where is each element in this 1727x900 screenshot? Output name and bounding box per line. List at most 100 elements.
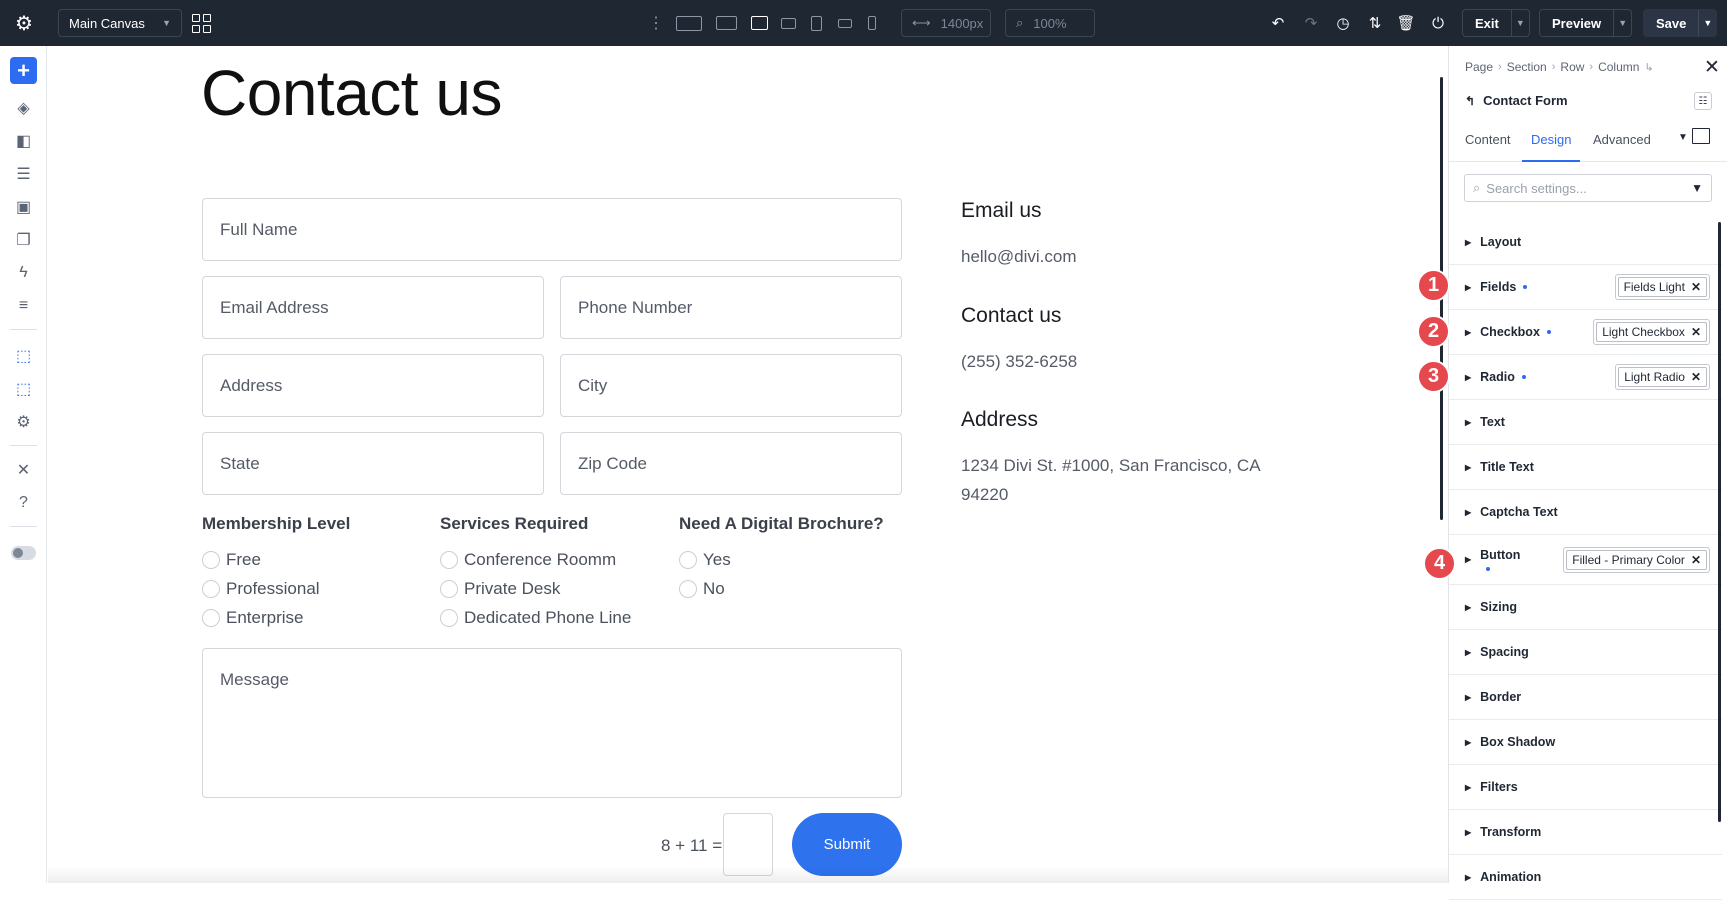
- design-library-icon[interactable]: ◧: [0, 129, 47, 153]
- checkbox-circle-icon[interactable]: [440, 580, 458, 598]
- power-icon[interactable]: ⏻: [1425, 0, 1451, 46]
- breadcrumb-section[interactable]: Section: [1507, 60, 1547, 74]
- remove-preset-icon[interactable]: ✕: [1691, 325, 1701, 339]
- zoom-field[interactable]: ⌕ 100%: [1005, 9, 1095, 37]
- checkbox-option[interactable]: Conference Roomm: [440, 550, 616, 570]
- trash-icon[interactable]: 🗑: [1393, 0, 1419, 46]
- lightning-icon[interactable]: ϟ: [0, 261, 47, 285]
- message-field[interactable]: Message: [202, 648, 902, 798]
- layers-icon[interactable]: ◈: [0, 96, 47, 120]
- radio-circle-icon[interactable]: [202, 551, 220, 569]
- add-plus-icon[interactable]: +: [10, 57, 37, 84]
- device-desktop-wide-icon[interactable]: [674, 0, 704, 46]
- template-icon[interactable]: ▣: [0, 195, 47, 219]
- more-vertical-icon[interactable]: ⋮: [648, 0, 664, 46]
- device-tablet-landscape-icon[interactable]: [779, 0, 797, 46]
- select-multiple-icon[interactable]: ⬚: [0, 377, 47, 401]
- phone-field[interactable]: Phone Number: [560, 276, 902, 339]
- preset-chip[interactable]: Light Radio ✕: [1615, 364, 1710, 390]
- radio-circle-icon[interactable]: [679, 551, 697, 569]
- section-transform[interactable]: ▶ Transform: [1449, 810, 1722, 855]
- tab-content[interactable]: Content: [1465, 128, 1511, 162]
- filter-icon[interactable]: ▼: [1691, 181, 1703, 195]
- radio-circle-icon[interactable]: [202, 609, 220, 627]
- panel-scrollbar[interactable]: [1718, 222, 1721, 822]
- section-sizing[interactable]: ▶ Sizing: [1449, 585, 1722, 630]
- history-clock-icon[interactable]: ◷: [1330, 0, 1356, 46]
- section-layout[interactable]: ▶ Layout: [1449, 220, 1722, 265]
- undo-icon[interactable]: ↶: [1265, 0, 1291, 46]
- save-button[interactable]: Save ▼: [1643, 9, 1718, 37]
- checkbox-circle-icon[interactable]: [440, 551, 458, 569]
- remove-preset-icon[interactable]: ✕: [1691, 280, 1701, 294]
- email-field[interactable]: Email Address: [202, 276, 544, 339]
- zip-field[interactable]: Zip Code: [560, 432, 902, 495]
- help-icon[interactable]: ?: [0, 491, 47, 515]
- section-checkbox[interactable]: ▶ Checkbox Light Checkbox ✕: [1449, 310, 1722, 355]
- radio-circle-icon[interactable]: [202, 580, 220, 598]
- tab-advanced[interactable]: Advanced: [1593, 128, 1651, 162]
- layouts-grid-icon[interactable]: [190, 0, 212, 46]
- device-tablet-icon[interactable]: [808, 0, 824, 46]
- save-dropdown-icon[interactable]: ▼: [1698, 10, 1716, 36]
- exit-button[interactable]: Exit ▼: [1462, 9, 1530, 37]
- city-field[interactable]: City: [560, 354, 902, 417]
- radio-option[interactable]: Yes: [679, 550, 731, 570]
- breadcrumb-column[interactable]: Column: [1598, 60, 1639, 74]
- section-filters[interactable]: ▶ Filters: [1449, 765, 1722, 810]
- state-field[interactable]: State: [202, 432, 544, 495]
- section-spacing[interactable]: ▶ Spacing: [1449, 630, 1722, 675]
- checkbox-option[interactable]: Private Desk: [440, 579, 560, 599]
- back-arrow-icon[interactable]: ↰: [1465, 94, 1475, 108]
- tabs-dropdown-icon[interactable]: ▼: [1678, 132, 1688, 143]
- canvas-width-field[interactable]: ⟷ 1400px: [901, 9, 991, 37]
- section-radio[interactable]: ▶ Radio Light Radio ✕: [1449, 355, 1722, 400]
- select-element-icon[interactable]: ⬚: [0, 344, 47, 368]
- tools-icon[interactable]: ✕: [0, 458, 47, 482]
- redo-icon[interactable]: ↷: [1298, 0, 1324, 46]
- section-captcha-text[interactable]: ▶ Captcha Text: [1449, 490, 1722, 535]
- remove-preset-icon[interactable]: ✕: [1691, 553, 1701, 567]
- address-field[interactable]: Address: [202, 354, 544, 417]
- section-button[interactable]: ▶ Button Filled - Primary Color ✕: [1449, 535, 1722, 585]
- settings-gear-icon[interactable]: ⚙: [12, 0, 36, 46]
- checkbox-circle-icon[interactable]: [440, 609, 458, 627]
- section-box-shadow[interactable]: ▶ Box Shadow: [1449, 720, 1722, 765]
- page-settings-icon[interactable]: ⚙: [0, 410, 47, 434]
- section-title-text[interactable]: ▶ Title Text: [1449, 445, 1722, 490]
- remove-preset-icon[interactable]: ✕: [1691, 370, 1701, 384]
- section-border[interactable]: ▶ Border: [1449, 675, 1722, 720]
- section-animation[interactable]: ▶ Animation: [1449, 855, 1722, 900]
- pages-icon[interactable]: ❐: [0, 228, 47, 252]
- close-icon[interactable]: ✕: [1704, 56, 1720, 79]
- section-fields[interactable]: ▶ Fields Fields Light ✕: [1449, 265, 1722, 310]
- preset-chip[interactable]: Filled - Primary Color ✕: [1563, 547, 1710, 573]
- radio-circle-icon[interactable]: [679, 580, 697, 598]
- checkbox-option[interactable]: Dedicated Phone Line: [440, 608, 631, 628]
- tab-design[interactable]: Design: [1522, 128, 1581, 162]
- radio-option[interactable]: Professional: [202, 579, 320, 599]
- device-desktop-icon[interactable]: [714, 0, 738, 46]
- exit-dropdown-icon[interactable]: ▼: [1510, 10, 1529, 36]
- theme-toggle[interactable]: [11, 546, 36, 560]
- device-phone-icon[interactable]: [866, 0, 878, 46]
- section-text[interactable]: ▶ Text: [1449, 400, 1722, 445]
- preset-chip[interactable]: Light Checkbox ✕: [1593, 319, 1710, 345]
- device-phone-landscape-icon[interactable]: [836, 0, 854, 46]
- search-settings-input[interactable]: ⌕ Search settings... ▼: [1464, 174, 1712, 202]
- breadcrumb-row[interactable]: Row: [1560, 60, 1584, 74]
- module-options-icon[interactable]: ☷: [1694, 92, 1712, 110]
- database-icon[interactable]: ☰: [0, 162, 47, 186]
- radio-option[interactable]: Free: [202, 550, 261, 570]
- radio-option[interactable]: Enterprise: [202, 608, 303, 628]
- sort-arrows-icon[interactable]: ⇅: [1362, 0, 1388, 46]
- panel-view-box-icon[interactable]: [1692, 128, 1710, 144]
- preview-button[interactable]: Preview ▼: [1539, 9, 1633, 37]
- device-laptop-icon[interactable]: [749, 0, 769, 46]
- preset-chip[interactable]: Fields Light ✕: [1614, 274, 1710, 300]
- canvas-select[interactable]: Main Canvas ▼: [58, 9, 182, 37]
- preview-dropdown-icon[interactable]: ▼: [1613, 10, 1631, 36]
- radio-option[interactable]: No: [679, 579, 725, 599]
- breadcrumb-page[interactable]: Page: [1465, 60, 1493, 74]
- full-name-field[interactable]: Full Name: [202, 198, 902, 261]
